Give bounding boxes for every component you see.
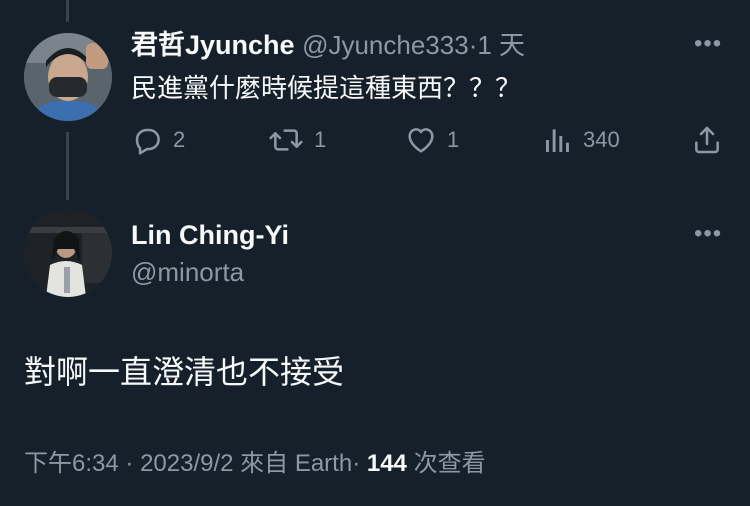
share-icon [695,126,719,154]
reply-timestamp[interactable]: 1 天 [477,30,525,60]
reply-button[interactable]: 2 [131,124,185,156]
tweet-meta: 下午6:34 · 2023/9/2 來自 Earth· 144 次查看 [24,452,486,476]
tweet-views-count[interactable]: 144 [367,450,407,477]
tweet-date[interactable]: 2023/9/2 [140,450,233,477]
retweet-icon [269,129,303,151]
views-icon [546,129,569,152]
reply-icon [135,128,160,155]
retweet-button[interactable]: 1 [268,124,326,156]
reply-count: 2 [173,127,186,152]
tweet-source: 來自 Earth [240,450,353,477]
views-count: 340 [583,127,620,152]
retweet-count: 1 [314,127,327,152]
reply-more-icon[interactable]: ••• [694,32,722,56]
share-button[interactable] [691,124,723,156]
reply-display-name[interactable]: 君哲Jyunche [131,30,295,60]
main-more-icon[interactable]: ••• [694,222,722,246]
meta-separator-2: · [352,450,361,477]
avatar-jyunche[interactable] [24,33,112,121]
like-count: 1 [447,127,460,152]
reply-header: 君哲Jyunche @Jyunche333·1 天 [131,32,525,59]
avatar-minorta-image [24,209,112,297]
views-button[interactable]: 340 [543,124,620,156]
avatar-minorta[interactable] [24,209,112,297]
thread-line-top [66,0,69,22]
meta-separator-1: · [125,450,134,477]
main-display-name-line: Lin Ching-Yi [131,222,289,249]
main-display-name[interactable]: Lin Ching-Yi [131,220,289,250]
main-handle[interactable]: @minorta [131,257,244,287]
reply-text: 民進黨什麼時候提這種東西？？？ [131,73,522,103]
tweet-time[interactable]: 下午6:34 [24,450,119,477]
like-icon [408,128,434,153]
thread-line-connector [66,132,69,200]
reply-handle[interactable]: @Jyunche333 [302,30,469,60]
avatar-jyunche-image [24,33,112,121]
tweet-views-label: 次查看 [413,450,486,477]
main-handle-line: @minorta [131,259,244,285]
like-button[interactable]: 1 [405,124,459,156]
main-tweet-text: 對啊一直澄清也不接受 [24,354,345,390]
